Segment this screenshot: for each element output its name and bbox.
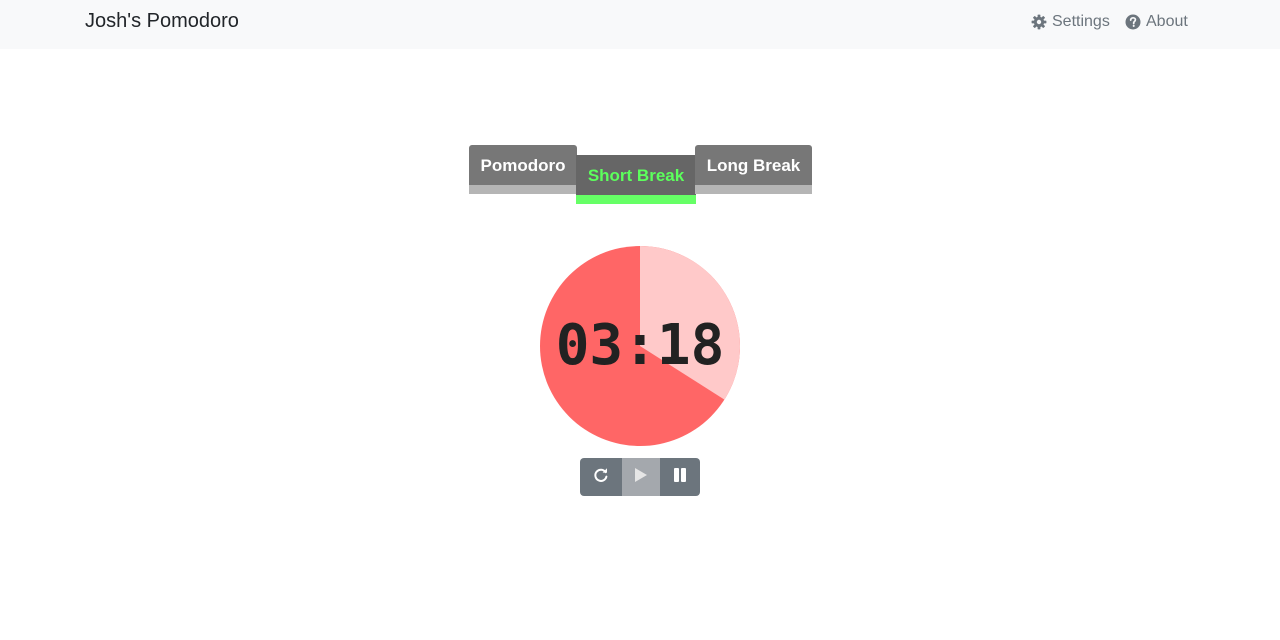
play-icon [634,467,648,488]
play-button[interactable] [622,458,660,496]
tab-pomodoro-label: Pomodoro [480,156,566,175]
tab-short-break-label: Short Break [587,166,685,185]
timer-controls [580,458,700,496]
settings-label: Settings [1052,13,1110,30]
tab-long-break[interactable]: Long Break [695,145,812,194]
tab-short-break[interactable]: Short Break [576,155,696,204]
question-circle-icon [1125,14,1141,30]
app-brand[interactable]: Josh's Pomodoro [85,10,239,32]
navbar: Josh's Pomodoro Settings About [0,0,1280,49]
gear-icon [1031,14,1047,30]
tab-long-break-underline [695,185,812,194]
tab-short-break-underline [576,195,696,204]
rotate-right-icon [593,467,609,488]
timer-display: 03:18 [555,313,725,378]
about-label: About [1146,13,1188,30]
settings-link[interactable]: Settings [1031,12,1110,32]
about-link[interactable]: About [1125,12,1188,32]
tab-pomodoro[interactable]: Pomodoro [469,145,577,194]
tab-long-break-label: Long Break [706,156,801,175]
tab-pomodoro-underline [469,185,577,194]
reset-button[interactable] [580,458,622,496]
pause-button[interactable] [660,458,700,496]
pause-icon [673,467,687,488]
